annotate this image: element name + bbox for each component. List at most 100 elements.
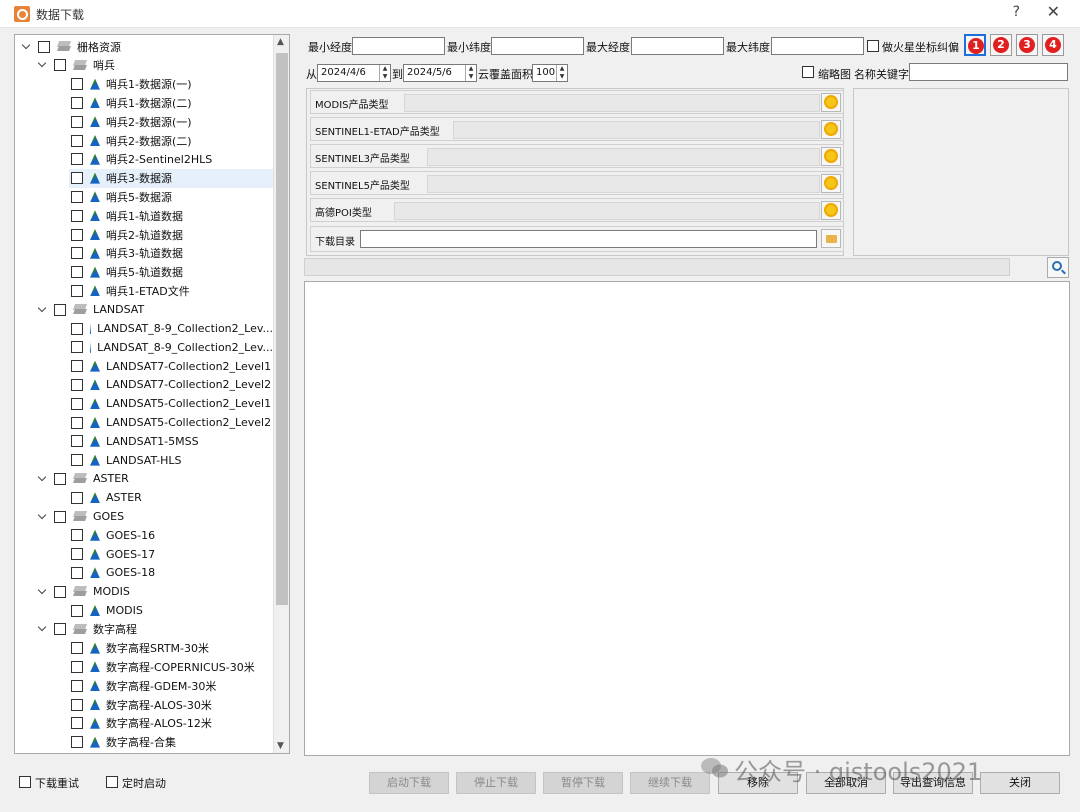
tree-leaf-node[interactable]: 哨兵3-数据源 <box>69 168 273 188</box>
tree-group-node[interactable]: GOES <box>15 507 273 526</box>
tree-leaf-node[interactable]: GOES-17 <box>15 545 273 564</box>
tree-leaf-node[interactable]: LANDSAT1-5MSS <box>15 432 273 451</box>
tree-leaf-node[interactable]: LANDSAT7-Collection2_Level2 <box>15 375 273 394</box>
tree-checkbox[interactable] <box>54 510 66 523</box>
tree-checkbox[interactable] <box>71 736 83 749</box>
chevron-down-icon[interactable] <box>37 624 47 634</box>
tree-leaf-node[interactable]: 数字高程SRTM-30米 <box>15 639 273 658</box>
tree-checkbox[interactable] <box>71 134 83 147</box>
gear-icon[interactable] <box>821 201 841 220</box>
tree-checkbox[interactable] <box>71 698 83 711</box>
tree-checkbox[interactable] <box>71 491 83 504</box>
tree-checkbox[interactable] <box>71 717 83 730</box>
tree-group-node[interactable]: 栅格资源 <box>15 37 273 56</box>
tree-checkbox[interactable] <box>54 303 66 316</box>
number-button-3[interactable]: 3 <box>1016 34 1038 56</box>
close-window-button[interactable]: ✕ <box>1047 2 1060 21</box>
tree-checkbox[interactable] <box>54 585 66 598</box>
tree-checkbox[interactable] <box>54 623 66 636</box>
tree-leaf-node[interactable]: LANDSAT7-Collection2_Level1 <box>15 357 273 376</box>
gear-icon[interactable] <box>821 120 841 139</box>
tree-checkbox[interactable] <box>71 247 83 260</box>
folder-icon[interactable] <box>821 229 841 248</box>
tree-checkbox[interactable] <box>71 96 83 109</box>
search-button[interactable] <box>1047 257 1069 278</box>
tree-checkbox[interactable] <box>71 548 83 561</box>
resume-download-button[interactable]: 继续下载 <box>630 772 710 794</box>
start-download-button[interactable]: 启动下载 <box>369 772 449 794</box>
tree-checkbox[interactable] <box>54 472 66 485</box>
max-lat-input[interactable] <box>771 37 864 55</box>
thumbnail-checkbox[interactable] <box>802 66 814 78</box>
tree-leaf-node[interactable]: LANDSAT5-Collection2_Level1 <box>15 394 273 413</box>
cloud-cover-spinner[interactable]: 100 ▲ ▼ <box>532 64 568 82</box>
min-lat-input[interactable] <box>491 37 584 55</box>
tree-leaf-node[interactable]: 哨兵5-数据源 <box>15 187 273 206</box>
scroll-thumb[interactable] <box>276 53 288 605</box>
tree-leaf-node[interactable]: 哨兵2-Sentinel2HLS <box>15 150 273 169</box>
close-button[interactable]: 关闭 <box>980 772 1060 794</box>
tree-checkbox[interactable] <box>71 378 83 391</box>
tree-checkbox[interactable] <box>71 660 83 673</box>
tree-checkbox[interactable] <box>71 397 83 410</box>
results-list[interactable] <box>304 281 1070 756</box>
tree-leaf-node[interactable]: 数字高程-ALOS-30米 <box>15 695 273 714</box>
tree-leaf-node[interactable]: GOES-16 <box>15 526 273 545</box>
pause-download-button[interactable]: 暂停下载 <box>543 772 623 794</box>
tree-leaf-node[interactable]: 哨兵2-轨道数据 <box>15 225 273 244</box>
mars-coord-checkbox[interactable] <box>867 40 879 52</box>
tree-leaf-node[interactable]: 数字高程-GDEM-30米 <box>15 676 273 695</box>
number-button-2[interactable]: 2 <box>990 34 1012 56</box>
tree-checkbox[interactable] <box>71 454 83 467</box>
tree-group-node[interactable]: ASTER <box>15 469 273 488</box>
tree-leaf-node[interactable]: 哨兵5-轨道数据 <box>15 263 273 282</box>
tree-checkbox[interactable] <box>71 435 83 448</box>
chevron-down-icon[interactable] <box>37 474 47 484</box>
min-lon-input[interactable] <box>352 37 445 55</box>
tree-checkbox[interactable] <box>38 40 50 53</box>
tree-checkbox[interactable] <box>71 416 83 429</box>
tree-checkbox[interactable] <box>71 228 83 241</box>
chevron-down-icon[interactable] <box>37 512 47 522</box>
gear-icon[interactable] <box>821 147 841 166</box>
download-retry-checkbox[interactable] <box>19 776 31 788</box>
tree-checkbox[interactable] <box>71 322 83 335</box>
number-button-1[interactable]: 1 <box>964 34 986 56</box>
tree-checkbox[interactable] <box>71 190 83 203</box>
tree-checkbox[interactable] <box>71 566 83 579</box>
product-type-field[interactable] <box>404 94 820 112</box>
help-button[interactable]: ? <box>1013 4 1020 20</box>
tree-checkbox[interactable] <box>71 642 83 655</box>
tree-leaf-node[interactable]: ASTER <box>15 488 273 507</box>
tree-leaf-node[interactable]: 哨兵1-轨道数据 <box>15 206 273 225</box>
tree-checkbox[interactable] <box>71 266 83 279</box>
tree-leaf-node[interactable]: GOES-18 <box>15 563 273 582</box>
number-button-4[interactable]: 4 <box>1042 34 1064 56</box>
tree-leaf-node[interactable]: 哨兵1-数据源(一) <box>15 75 273 94</box>
tree-leaf-node[interactable]: 哨兵1-ETAD文件 <box>15 281 273 300</box>
chevron-down-icon[interactable] <box>37 305 47 315</box>
tree-leaf-node[interactable]: LANDSAT-HLS <box>15 451 273 470</box>
tree-group-node[interactable]: MODIS <box>15 582 273 601</box>
tree-leaf-node[interactable]: LANDSAT_8-9_Collection2_Lev... <box>15 338 273 357</box>
tree-leaf-node[interactable]: 数字高程-ALOS-12米 <box>15 714 273 733</box>
tree-checkbox[interactable] <box>71 679 83 692</box>
tree-checkbox[interactable] <box>71 153 83 166</box>
tree-scrollbar[interactable]: ▲ ▼ <box>273 35 289 753</box>
gear-icon[interactable] <box>821 93 841 112</box>
to-date-spin-icon[interactable]: ▲ ▼ <box>465 65 476 81</box>
tree-checkbox[interactable] <box>71 172 83 185</box>
chevron-down-icon[interactable] <box>37 60 47 70</box>
product-type-field[interactable] <box>427 175 820 193</box>
download-dir-input[interactable] <box>360 230 817 248</box>
tree-checkbox[interactable] <box>71 360 83 373</box>
cloud-cover-spin-icon[interactable]: ▲ ▼ <box>556 65 567 81</box>
tree-leaf-node[interactable]: LANDSAT5-Collection2_Level2 <box>15 413 273 432</box>
max-lon-input[interactable] <box>631 37 724 55</box>
timer-start-checkbox[interactable] <box>106 776 118 788</box>
tree-checkbox[interactable] <box>71 284 83 297</box>
tree-leaf-node[interactable]: MODIS <box>15 601 273 620</box>
tree-leaf-node[interactable]: 数字高程-COPERNICUS-30米 <box>15 657 273 676</box>
scroll-down-icon[interactable]: ▼ <box>277 741 284 751</box>
from-date-spin-icon[interactable]: ▲ ▼ <box>379 65 390 81</box>
